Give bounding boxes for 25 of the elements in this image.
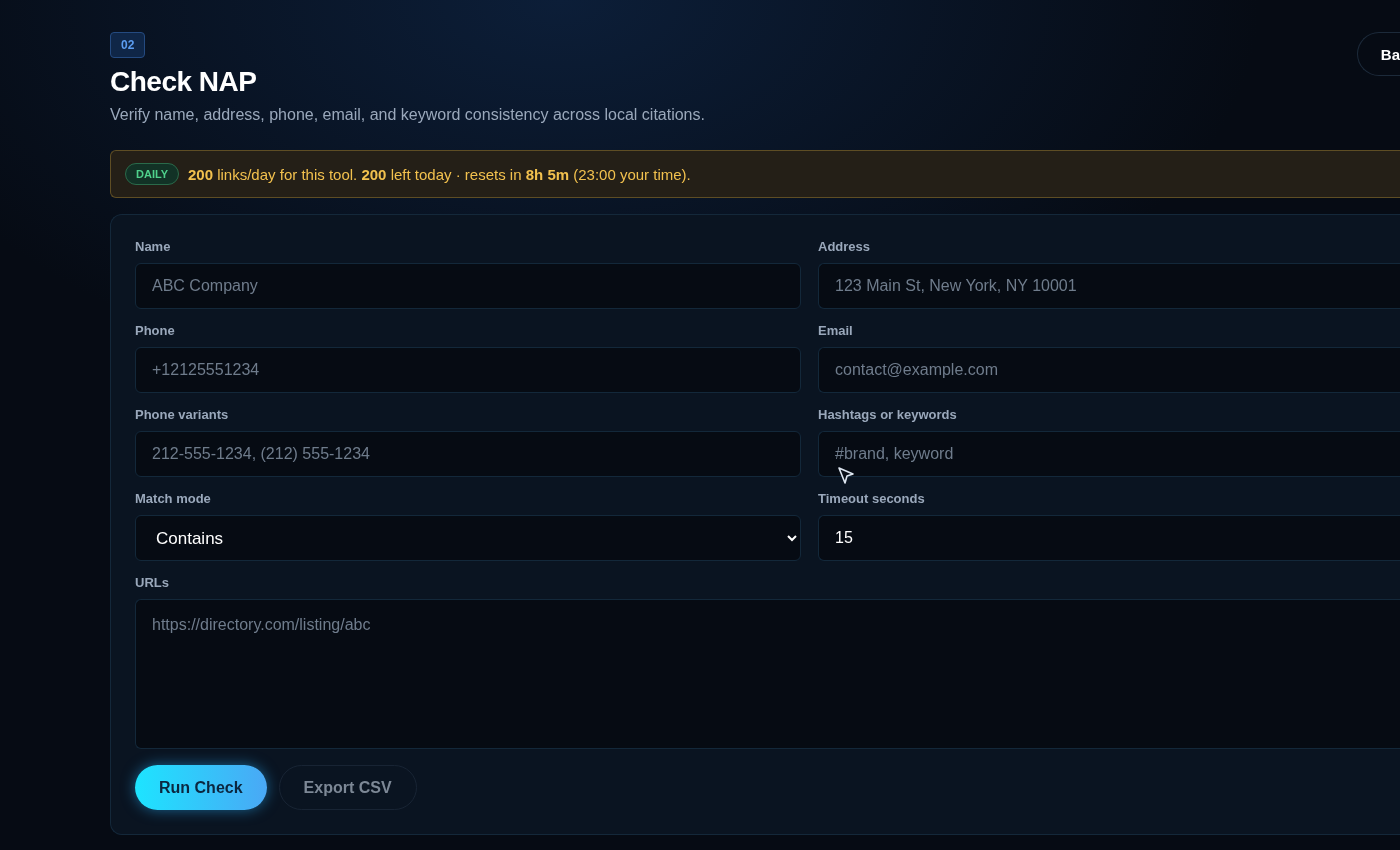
text-field[interactable]: 15 [818, 515, 1400, 561]
run-button[interactable]: Run Check [135, 765, 267, 810]
text-field[interactable]: 123 Main St, New York, NY 10001 [818, 263, 1400, 309]
cursor-icon [837, 466, 855, 486]
field-label: Phone [135, 323, 176, 339]
field-label: URLs [135, 575, 170, 591]
field-label: Match mode [135, 491, 212, 507]
text-area[interactable]: https://directory.com/listing/abc [135, 599, 1400, 749]
text-field[interactable]: +12125551234 [135, 347, 801, 393]
text-field[interactable]: 212-555-1234, (212) 555-1234 [135, 431, 801, 477]
daily-badge: DAILY [125, 163, 179, 185]
page-subtitle: Verify name, address, phone, email, and keyword consistency across local citations. [110, 106, 705, 124]
step-badge: 02 [110, 32, 146, 58]
page-title: Check NAP [110, 66, 258, 98]
text-field[interactable]: ABC Company [135, 263, 801, 309]
field-label: Timeout seconds [818, 491, 926, 507]
field-label: Phone variants [135, 407, 230, 423]
dropdown[interactable]: Contains [135, 515, 801, 561]
field-label: Address [818, 239, 872, 255]
text-field[interactable]: #brand, keyword [818, 431, 1400, 477]
quota-message: 200 links/day for this tool. 200 left today · resets in 8h 5m (23:00 your time). [188, 165, 691, 183]
text-field[interactable]: contact@example.com [818, 347, 1400, 393]
field-label: Name [135, 239, 172, 255]
field-label: Hashtags or keywords [818, 407, 958, 423]
field-label: Email [818, 323, 854, 339]
